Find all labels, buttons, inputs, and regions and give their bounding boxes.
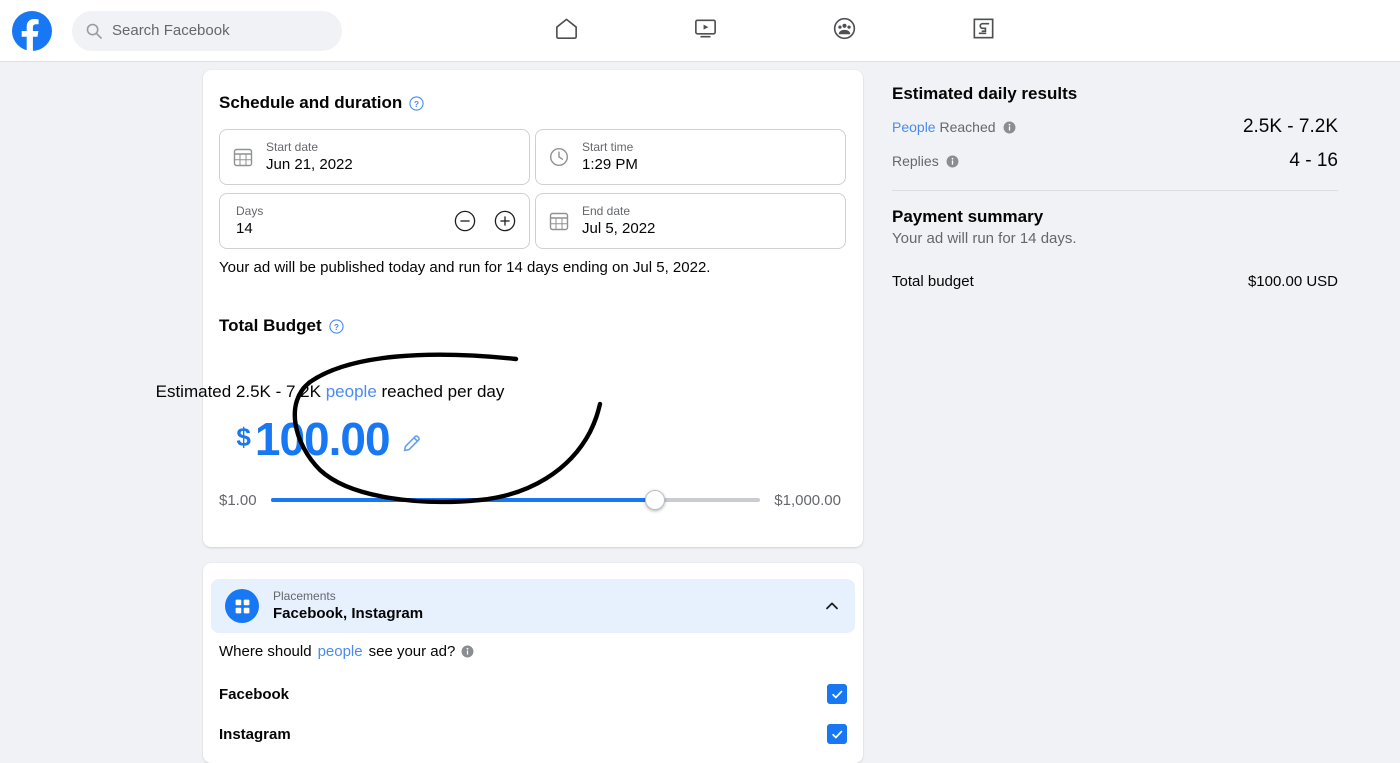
checkmark-icon — [831, 690, 842, 698]
end-date-label: End date — [582, 203, 631, 218]
placement-name: Facebook — [219, 685, 290, 703]
grid-icon — [225, 589, 259, 623]
replies-row: Replies 4 - 16 — [892, 150, 1338, 172]
instagram-checkbox[interactable] — [827, 724, 847, 744]
question-suffix: see your ad? — [368, 643, 456, 660]
start-time-value: 1:29 PM — [582, 155, 638, 173]
pencil-icon[interactable] — [400, 431, 424, 455]
start-date-label: Start date — [266, 139, 319, 154]
svg-text:?: ? — [334, 321, 339, 331]
question-mark-icon[interactable]: ? — [409, 95, 424, 111]
schedule-run-note: Your ad will be published today and run … — [219, 259, 711, 276]
nav-groups-button[interactable] — [819, 9, 871, 53]
nav-gaming-button[interactable] — [958, 9, 1010, 53]
checkmark-icon — [831, 730, 842, 738]
slider-track-fill — [270, 498, 655, 502]
plus-circle-icon[interactable] — [493, 209, 517, 233]
people-link[interactable]: people — [326, 382, 377, 401]
replies-value: 4 - 16 — [1289, 150, 1338, 171]
question-prefix: Where should — [219, 643, 312, 660]
estimate-suffix: reached per day — [381, 382, 505, 401]
panel-divider — [892, 190, 1338, 191]
svg-text:?: ? — [414, 98, 419, 108]
budget-amount-row: $ 100.00 — [0, 412, 660, 466]
days-value: 14 — [236, 219, 253, 237]
slider-min-label: $1.00 — [219, 491, 257, 509]
total-budget-key: Total budget — [892, 273, 974, 290]
start-time-field[interactable]: Start time 1:29 PM — [535, 129, 846, 185]
info-icon[interactable] — [946, 155, 959, 168]
video-screen-icon — [692, 15, 719, 47]
top-navigation-bar — [0, 0, 1400, 62]
search-box[interactable] — [72, 10, 342, 51]
total-budget-value: $100.00 USD — [1247, 273, 1338, 290]
placements-label: Placements — [273, 588, 336, 603]
budget-slider[interactable] — [270, 488, 761, 512]
people-reached-row: People Reached 2.5K - 7.2K — [892, 116, 1338, 138]
question-mark-icon[interactable]: ? — [329, 318, 344, 334]
total-budget-row: Total budget $100.00 USD — [892, 273, 1338, 290]
placement-option-facebook[interactable]: Facebook — [219, 679, 847, 709]
placements-question: Where should people see your ad? — [219, 643, 474, 660]
estimates-panel: Estimated daily results People Reached 2… — [892, 84, 1338, 290]
schedule-title-text: Schedule and duration — [219, 93, 403, 112]
placements-header[interactable]: Placements Facebook, Instagram — [211, 579, 855, 633]
start-time-label: Start time — [582, 139, 634, 154]
replies-text: Replies — [892, 153, 939, 169]
nav-watch-button[interactable] — [679, 9, 731, 53]
home-icon — [553, 15, 580, 47]
people-link[interactable]: people — [318, 643, 363, 660]
end-date-value: Jul 5, 2022 — [582, 219, 656, 237]
facebook-logo[interactable] — [12, 10, 52, 51]
start-date-field[interactable]: Start date Jun 21, 2022 — [219, 129, 530, 185]
total-budget-title: Total Budget ? — [219, 316, 344, 336]
people-link[interactable]: People — [892, 119, 936, 135]
days-stepper — [453, 209, 517, 233]
estimated-reach-line: Estimated 2.5K - 7.2K people reached per… — [0, 382, 660, 402]
slider-max-label: $1,000.00 — [774, 491, 841, 509]
people-reached-value: 2.5K - 7.2K — [1242, 116, 1338, 137]
clock-icon — [548, 146, 570, 168]
nav-icon-group — [540, 0, 1010, 62]
nav-home-button[interactable] — [540, 9, 592, 53]
info-icon[interactable] — [1003, 121, 1016, 134]
payment-summary-subtitle: Your ad will run for 14 days. — [892, 230, 1077, 247]
minus-circle-icon[interactable] — [453, 209, 477, 233]
search-input[interactable] — [112, 22, 312, 39]
slider-thumb[interactable] — [644, 490, 665, 510]
calendar-icon — [548, 210, 570, 232]
days-field[interactable]: Days 14 — [219, 193, 530, 249]
days-label: Days — [236, 203, 264, 218]
people-reached-key: People Reached — [892, 119, 1016, 135]
payment-summary-title: Payment summary — [892, 207, 1044, 226]
placements-value: Facebook, Instagram — [273, 604, 424, 622]
calendar-icon — [232, 146, 254, 168]
end-date-field[interactable]: End date Jul 5, 2022 — [535, 193, 846, 249]
start-date-value: Jun 21, 2022 — [266, 155, 353, 173]
placement-name: Instagram — [219, 725, 291, 743]
placement-option-instagram[interactable]: Instagram — [219, 719, 847, 749]
gaming-icon — [970, 15, 997, 47]
total-budget-title-text: Total Budget — [219, 316, 322, 335]
reached-text: Reached — [939, 119, 996, 135]
chevron-up-icon[interactable] — [823, 597, 841, 615]
schedule-section-title: Schedule and duration ? — [219, 93, 424, 113]
estimate-prefix: Estimated 2.5K - 7.2K — [155, 382, 321, 401]
facebook-checkbox[interactable] — [827, 684, 847, 704]
groups-icon — [831, 15, 858, 47]
search-icon — [86, 23, 102, 39]
replies-key: Replies — [892, 153, 959, 169]
budget-slider-row: $1.00 $1,000.00 — [219, 488, 841, 512]
info-icon[interactable] — [461, 645, 474, 658]
budget-amount-value: 100.00 — [254, 413, 391, 465]
currency-symbol: $ — [236, 422, 251, 452]
estimated-results-title: Estimated daily results — [892, 84, 1078, 103]
